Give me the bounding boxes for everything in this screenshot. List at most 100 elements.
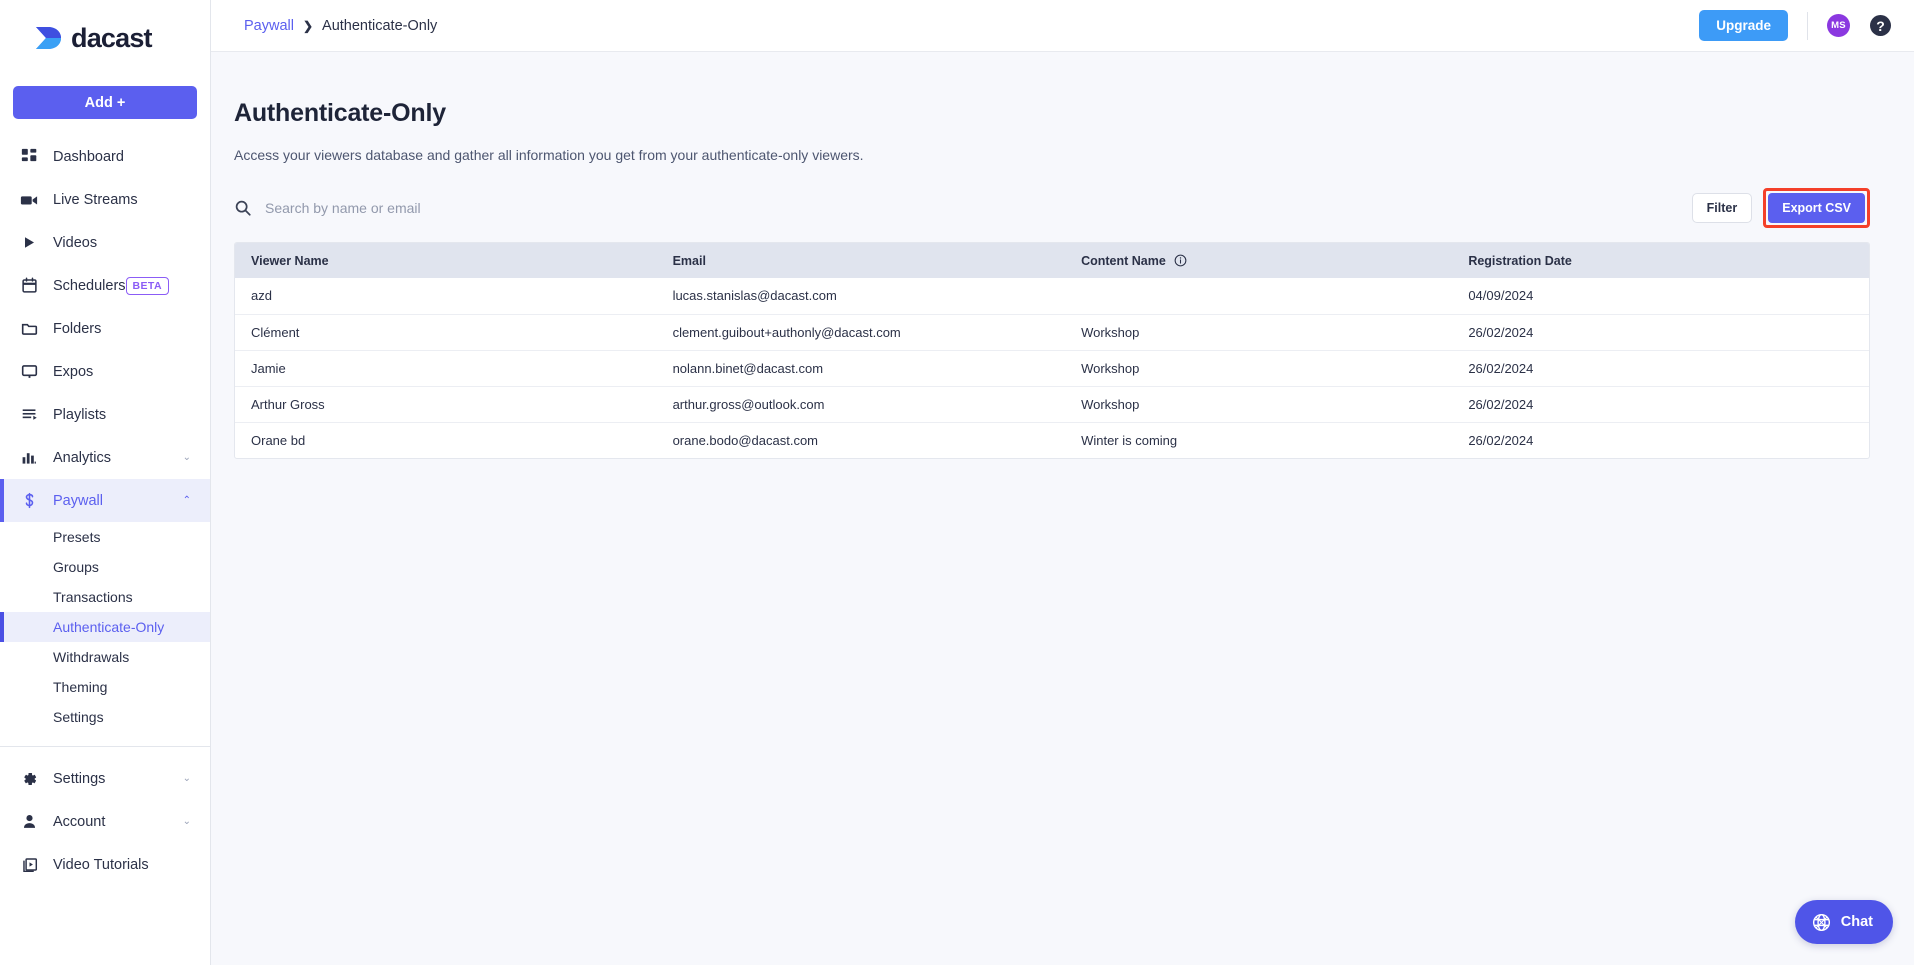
sidebar-subitem-label: Withdrawals bbox=[53, 649, 130, 665]
info-icon[interactable] bbox=[1174, 254, 1187, 267]
sidebar-item-label: Video Tutorials bbox=[53, 856, 149, 873]
breadcrumb-parent-link[interactable]: Paywall bbox=[244, 18, 294, 34]
calendar-icon bbox=[18, 275, 40, 297]
sidebar-item-paywall[interactable]: Paywall ⌃ bbox=[0, 479, 210, 522]
sidebar-item-live-streams[interactable]: Live Streams bbox=[0, 178, 210, 221]
chevron-down-icon[interactable]: ⌄ bbox=[183, 452, 191, 463]
sidebar-item-withdrawals[interactable]: Withdrawals bbox=[0, 642, 210, 672]
sidebar-item-authenticate-only[interactable]: Authenticate-Only bbox=[0, 612, 210, 642]
table-row[interactable]: Orane bd orane.bodo@dacast.com Winter is… bbox=[235, 422, 1869, 458]
sidebar-subitem-label: Settings bbox=[53, 709, 104, 725]
chat-button[interactable]: Chat bbox=[1794, 900, 1893, 944]
cell-content-name bbox=[1065, 278, 1452, 314]
breadcrumb-current: Authenticate-Only bbox=[322, 17, 438, 34]
column-label: Email bbox=[672, 253, 706, 268]
cell-email: lucas.stanislas@dacast.com bbox=[672, 288, 837, 304]
sidebar-item-videos[interactable]: Videos bbox=[0, 221, 210, 264]
search-box[interactable] bbox=[234, 199, 595, 217]
sidebar-item-label: Videos bbox=[53, 234, 98, 251]
sidebar-item-transactions[interactable]: Transactions bbox=[0, 582, 210, 612]
sidebar-item-label: Account bbox=[53, 813, 106, 830]
sidebar-subitem-label: Presets bbox=[53, 529, 101, 545]
sidebar-subitem-label: Authenticate-Only bbox=[53, 619, 165, 635]
cell-registration-date: 26/02/2024 bbox=[1468, 360, 1534, 376]
sidebar-item-dashboard[interactable]: Dashboard bbox=[0, 135, 210, 178]
video-camera-icon bbox=[18, 189, 40, 211]
table-row[interactable]: Jamie nolann.binet@dacast.com Workshop 2… bbox=[235, 350, 1869, 386]
sidebar-item-settings[interactable]: Settings ⌄ bbox=[0, 757, 210, 800]
filter-button[interactable]: Filter bbox=[1691, 193, 1753, 223]
cell-email: nolann.binet@dacast.com bbox=[672, 360, 824, 376]
sidebar-divider bbox=[0, 746, 210, 747]
sidebar-subitem-label: Groups bbox=[53, 559, 99, 575]
cell-registration-date: 26/02/2024 bbox=[1468, 324, 1534, 340]
column-header-registration-date[interactable]: Registration Date bbox=[1452, 243, 1869, 278]
column-label: Registration Date bbox=[1468, 253, 1572, 268]
globe-compass-icon bbox=[1811, 912, 1832, 933]
page-title: Authenticate-Only bbox=[234, 99, 446, 127]
sidebar-item-folders[interactable]: Folders bbox=[0, 307, 210, 350]
cell-content-name: Workshop bbox=[1081, 396, 1140, 412]
toolbar-actions: Filter Export CSV bbox=[1691, 188, 1870, 228]
column-header-viewer-name[interactable]: Viewer Name bbox=[235, 243, 657, 278]
sidebar-item-analytics[interactable]: Analytics ⌄ bbox=[0, 436, 210, 479]
beta-badge: BETA bbox=[125, 276, 169, 295]
brand-logo[interactable]: dacast bbox=[0, 0, 210, 76]
cell-viewer-name: azd bbox=[251, 288, 272, 304]
export-csv-highlight: Export CSV bbox=[1763, 188, 1870, 228]
sidebar-item-label: Expos bbox=[53, 363, 94, 380]
cell-email: orane.bodo@dacast.com bbox=[672, 432, 819, 448]
sidebar-item-video-tutorials[interactable]: Video Tutorials bbox=[0, 843, 210, 886]
search-icon bbox=[234, 199, 252, 217]
viewers-table-card: Viewer Name Email Content Name Registrat… bbox=[234, 242, 1870, 459]
sidebar-subitem-label: Transactions bbox=[53, 589, 133, 605]
avatar[interactable]: MS bbox=[1827, 14, 1850, 37]
export-csv-button[interactable]: Export CSV bbox=[1768, 193, 1865, 223]
breadcrumb: Paywall ❯ Authenticate-Only bbox=[244, 18, 437, 34]
sidebar-item-playlists[interactable]: Playlists bbox=[0, 393, 210, 436]
sidebar-item-label: Dashboard bbox=[53, 148, 124, 165]
cell-content-name: Workshop bbox=[1081, 360, 1140, 376]
monitor-icon bbox=[18, 361, 40, 383]
column-label: Viewer Name bbox=[251, 253, 329, 268]
play-triangle-icon bbox=[18, 232, 40, 254]
cell-email: clement.guibout+authonly@dacast.com bbox=[672, 324, 901, 340]
table-header-row: Viewer Name Email Content Name Registrat… bbox=[235, 243, 1869, 278]
chevron-right-icon: ❯ bbox=[302, 18, 314, 33]
sidebar-item-account[interactable]: Account ⌄ bbox=[0, 800, 210, 843]
chevron-down-icon[interactable]: ⌄ bbox=[183, 816, 191, 827]
sidebar-item-expos[interactable]: Expos bbox=[0, 350, 210, 393]
help-icon[interactable]: ? bbox=[1870, 15, 1891, 36]
table-row[interactable]: Arthur Gross arthur.gross@outlook.com Wo… bbox=[235, 386, 1869, 422]
sidebar-item-paywall-settings[interactable]: Settings bbox=[0, 702, 210, 732]
sidebar-item-presets[interactable]: Presets bbox=[0, 522, 210, 552]
cell-registration-date: 26/02/2024 bbox=[1468, 432, 1534, 448]
add-button[interactable]: Add + bbox=[13, 86, 197, 119]
sidebar-item-label: Settings bbox=[53, 770, 106, 787]
top-bar-divider bbox=[1807, 11, 1808, 40]
chevron-down-icon[interactable]: ⌄ bbox=[183, 773, 191, 784]
playlist-icon bbox=[18, 404, 40, 426]
sidebar-item-label: Live Streams bbox=[53, 191, 138, 208]
main-navigation: Dashboard Live Streams Videos Schedulers… bbox=[0, 135, 210, 886]
column-label: Content Name bbox=[1081, 253, 1166, 268]
cell-viewer-name: Jamie bbox=[251, 360, 286, 376]
sidebar-item-theming[interactable]: Theming bbox=[0, 672, 210, 702]
sidebar: dacast Add + Dashboard Live Streams Vide… bbox=[0, 0, 211, 965]
column-header-email[interactable]: Email bbox=[657, 243, 1066, 278]
folder-icon bbox=[18, 318, 40, 340]
sidebar-item-groups[interactable]: Groups bbox=[0, 552, 210, 582]
page-content: Authenticate-Only Access your viewers da… bbox=[211, 52, 1914, 459]
page-description: Access your viewers database and gather … bbox=[234, 147, 864, 163]
upgrade-button[interactable]: Upgrade bbox=[1699, 10, 1788, 41]
table-row[interactable]: Clément clement.guibout+authonly@dacast.… bbox=[235, 314, 1869, 350]
cell-registration-date: 04/09/2024 bbox=[1468, 288, 1534, 304]
chevron-up-icon[interactable]: ⌃ bbox=[183, 495, 191, 506]
search-input[interactable] bbox=[265, 200, 595, 216]
dollar-sign-icon bbox=[18, 490, 40, 512]
table-row[interactable]: azd lucas.stanislas@dacast.com 04/09/202… bbox=[235, 278, 1869, 314]
sidebar-item-schedulers[interactable]: Schedulers BETA bbox=[0, 264, 210, 307]
app-root: dacast Add + Dashboard Live Streams Vide… bbox=[0, 0, 1914, 965]
main-area: Paywall ❯ Authenticate-Only Upgrade MS ?… bbox=[211, 0, 1914, 965]
column-header-content-name[interactable]: Content Name bbox=[1065, 243, 1452, 278]
